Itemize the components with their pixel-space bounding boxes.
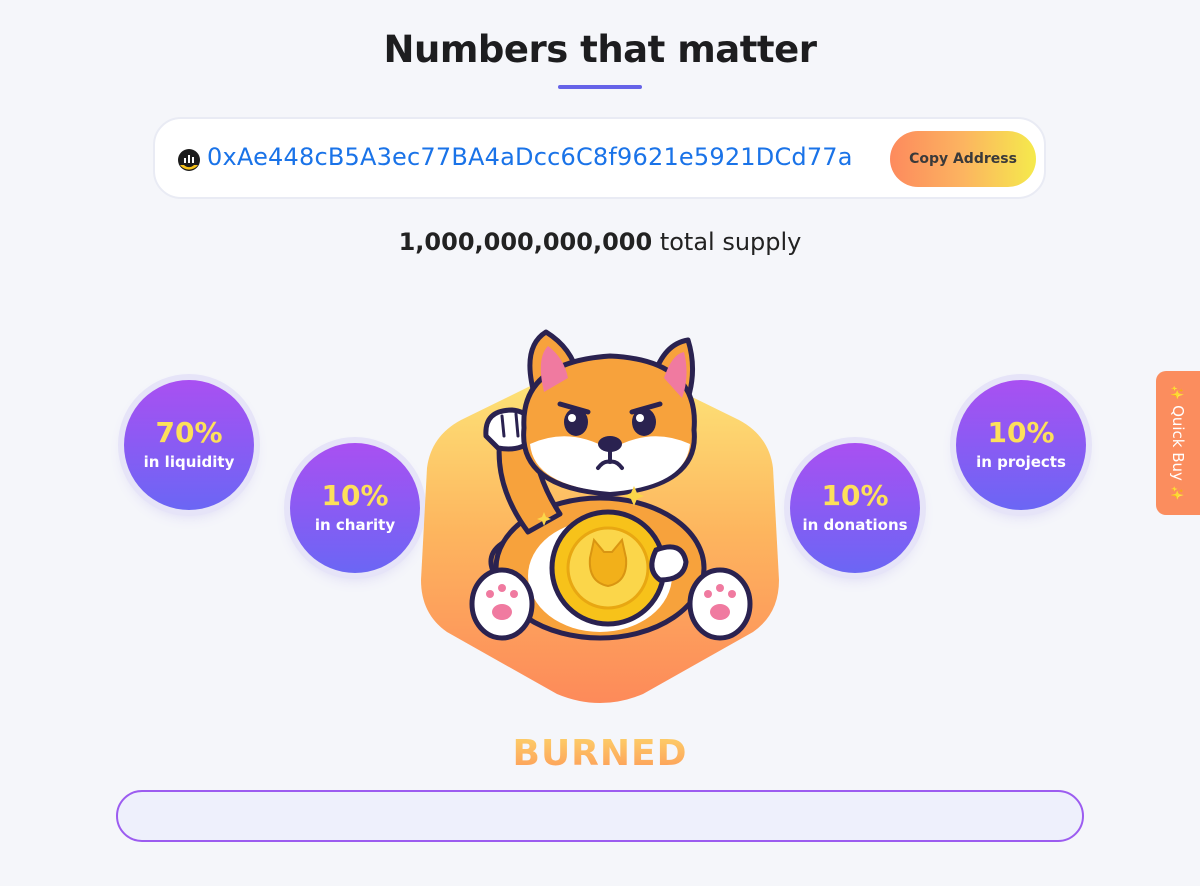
allocation-label: in projects <box>976 453 1066 471</box>
quick-buy-tab[interactable]: ✨ Quick Buy ✨ <box>1156 371 1200 515</box>
sparkle-icon: ✨ <box>1170 385 1184 401</box>
allocation-percent: 10% <box>821 479 889 512</box>
contract-address-card: 0xAe448cB5A3ec77BA4aDcc6C8f9621e5921DCd7… <box>153 117 1046 199</box>
shiba-mascot-illustration <box>469 329 753 641</box>
allocation-label: in charity <box>314 516 396 534</box>
allocation-projects: 10% in projects <box>956 380 1086 510</box>
allocation-percent: 10% <box>321 479 389 512</box>
section-title: Numbers that matter <box>383 28 817 71</box>
allocation-charity: 10% in charity <box>290 443 420 573</box>
allocation-percent: 70% <box>155 416 223 449</box>
burned-title: BURNED <box>0 733 1200 774</box>
quick-buy-label: Quick Buy <box>1169 405 1187 481</box>
token-chart-icon <box>177 148 201 172</box>
allocation-label: in donations <box>802 516 908 534</box>
contract-address[interactable]: 0xAe448cB5A3ec77BA4aDcc6C8f9621e5921DCd7… <box>207 143 853 171</box>
sparkle-icon: ✨ <box>1170 485 1184 501</box>
copy-address-button[interactable]: Copy Address <box>890 131 1036 187</box>
allocation-percent: 10% <box>987 416 1055 449</box>
burned-progress-bar <box>116 790 1084 842</box>
total-supply: 1,000,000,000,000 total supply <box>0 228 1200 256</box>
allocation-liquidity: 70% in liquidity <box>124 380 254 510</box>
allocation-label: in liquidity <box>143 453 235 471</box>
total-supply-amount: 1,000,000,000,000 <box>398 228 653 256</box>
allocation-donations: 10% in donations <box>790 443 920 573</box>
title-underline <box>558 85 642 89</box>
total-supply-label: total supply <box>659 228 802 256</box>
